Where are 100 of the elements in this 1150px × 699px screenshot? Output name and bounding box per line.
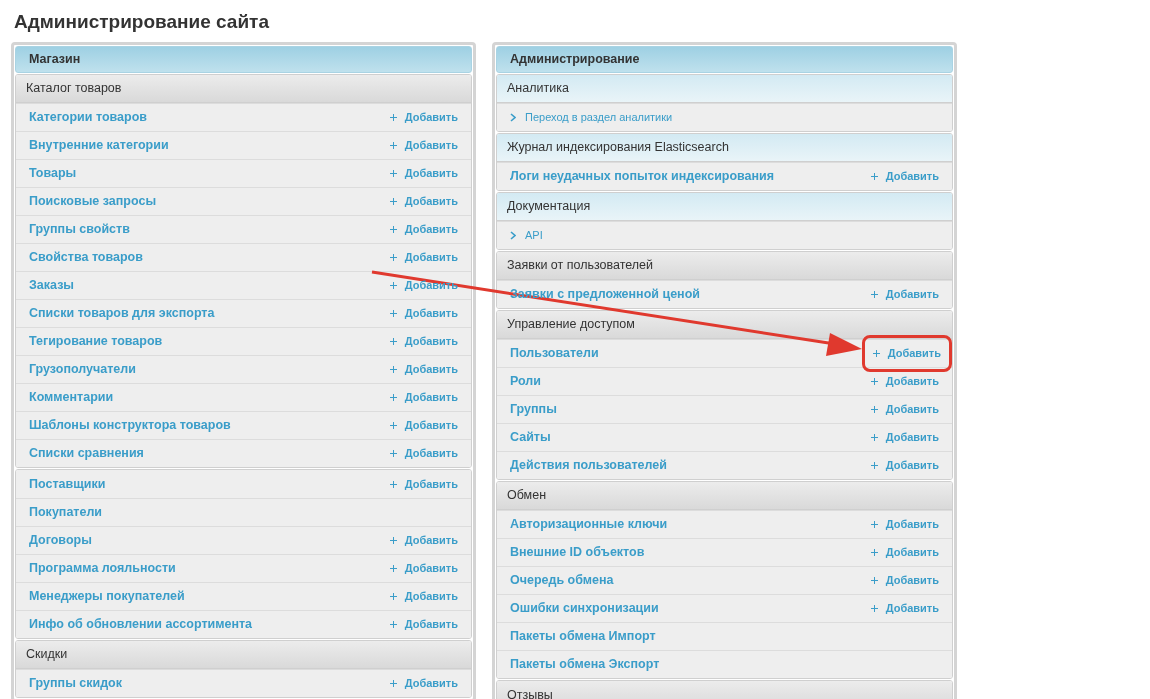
- plus-icon: [389, 114, 397, 121]
- plus-icon: [872, 350, 880, 357]
- section-link[interactable]: Очередь обмена: [510, 571, 614, 590]
- plus-icon: [870, 577, 878, 584]
- section-link[interactable]: Покупатели: [29, 503, 103, 522]
- plus-icon: [389, 366, 397, 373]
- plus-icon: [870, 378, 878, 385]
- section-link[interactable]: Списки товаров для экспорта: [29, 304, 215, 323]
- plus-icon: [389, 450, 397, 457]
- section-link[interactable]: Группы свойств: [29, 220, 130, 239]
- add-link[interactable]: Добавить: [389, 109, 458, 126]
- add-link[interactable]: Добавить: [389, 445, 458, 462]
- section-link[interactable]: Товары: [29, 164, 77, 183]
- section-link[interactable]: Тегирование товаров: [29, 332, 163, 351]
- section-link[interactable]: Пакеты обмена Экспорт: [510, 655, 660, 674]
- section-link[interactable]: Пользователи: [510, 344, 599, 363]
- section-link[interactable]: Группы: [510, 400, 557, 419]
- add-link[interactable]: Добавить: [389, 475, 458, 493]
- plus-icon: [389, 226, 397, 233]
- plus-icon: [389, 142, 397, 149]
- module-header: Заявки от пользователей: [497, 252, 952, 280]
- module-header: Документация: [497, 193, 952, 221]
- add-link[interactable]: Добавить: [389, 305, 458, 322]
- section-link[interactable]: Свойства товаров: [29, 248, 143, 267]
- plus-icon: [389, 565, 397, 572]
- section-link[interactable]: Группы скидок: [29, 674, 122, 693]
- section-link[interactable]: Шаблоны конструктора товаров: [29, 416, 231, 435]
- section-link[interactable]: Внутренние категории: [29, 136, 169, 155]
- plus-icon: [389, 394, 397, 401]
- section-link[interactable]: Категории товаров: [29, 108, 147, 127]
- plus-icon: [389, 621, 397, 628]
- add-link[interactable]: Добавить: [870, 168, 939, 185]
- add-link[interactable]: Добавить: [389, 588, 458, 605]
- section-link[interactable]: Грузополучатели: [29, 360, 136, 379]
- add-link[interactable]: Добавить: [870, 457, 939, 474]
- add-link[interactable]: Добавить: [389, 616, 458, 633]
- plus-icon: [870, 291, 878, 298]
- plus-icon: [389, 480, 397, 488]
- add-link[interactable]: Добавить: [870, 516, 939, 533]
- section-link[interactable]: Логи неудачных попыток индексирования: [510, 167, 775, 186]
- add-link[interactable]: Добавить: [389, 277, 458, 294]
- chevron-right-icon: [510, 113, 516, 122]
- add-link[interactable]: Добавить: [870, 286, 939, 303]
- add-link[interactable]: Добавить: [870, 373, 939, 390]
- plus-icon: [389, 593, 397, 600]
- add-link[interactable]: Добавить: [389, 249, 458, 266]
- add-link[interactable]: Добавить: [389, 675, 458, 692]
- add-link[interactable]: Добавить: [389, 333, 458, 350]
- panel-header: Магазин: [15, 46, 472, 73]
- module-header: Каталог товаров: [16, 75, 471, 103]
- plus-icon: [389, 537, 397, 544]
- add-link[interactable]: Добавить: [870, 429, 939, 446]
- add-link[interactable]: Добавить: [389, 560, 458, 577]
- plus-icon: [870, 406, 878, 413]
- section-link[interactable]: Программа лояльности: [29, 559, 176, 578]
- plus-icon: [389, 170, 397, 177]
- section-link[interactable]: Менеджеры покупателей: [29, 587, 185, 606]
- add-link[interactable]: Добавить: [389, 389, 458, 406]
- plus-icon: [389, 338, 397, 345]
- plus-icon: [389, 254, 397, 261]
- section-link[interactable]: Поставщики: [29, 474, 106, 494]
- plus-icon: [870, 605, 878, 612]
- section-link[interactable]: Поисковые запросы: [29, 192, 157, 211]
- nav-link[interactable]: API: [510, 227, 543, 244]
- section-link[interactable]: Пакеты обмена Импорт: [510, 627, 656, 646]
- section-link[interactable]: Комментарии: [29, 388, 114, 407]
- plus-icon: [870, 434, 878, 441]
- plus-icon: [389, 282, 397, 289]
- add-link[interactable]: Добавить: [864, 338, 949, 369]
- module-header: Отзывы: [497, 681, 952, 699]
- module-header: Скидки: [16, 641, 471, 669]
- add-link[interactable]: Добавить: [870, 544, 939, 561]
- section-link[interactable]: Действия пользователей: [510, 456, 667, 475]
- section-link[interactable]: Роли: [510, 372, 541, 391]
- panel-header: Администрирование: [496, 46, 953, 73]
- nav-link[interactable]: Переход в раздел аналитики: [510, 109, 673, 126]
- add-link[interactable]: Добавить: [389, 193, 458, 210]
- add-link[interactable]: Добавить: [389, 361, 458, 378]
- section-link[interactable]: Договоры: [29, 531, 92, 550]
- add-link[interactable]: Добавить: [870, 401, 939, 418]
- section-link[interactable]: Инфо об обновлении ассортимента: [29, 615, 253, 634]
- plus-icon: [389, 198, 397, 205]
- module-header: Журнал индексирования Elasticsearch: [497, 134, 952, 162]
- add-link[interactable]: Добавить: [870, 600, 939, 617]
- plus-icon: [870, 462, 878, 469]
- section-link[interactable]: Сайты: [510, 428, 551, 447]
- add-link[interactable]: Добавить: [870, 572, 939, 589]
- section-link[interactable]: Списки сравнения: [29, 444, 144, 463]
- section-link[interactable]: Внешние ID объектов: [510, 543, 645, 562]
- plus-icon: [389, 422, 397, 429]
- add-link[interactable]: Добавить: [389, 417, 458, 434]
- section-link[interactable]: Ошибки синхронизации: [510, 599, 659, 618]
- plus-icon: [870, 549, 878, 556]
- add-link[interactable]: Добавить: [389, 165, 458, 182]
- section-link[interactable]: Авторизационные ключи: [510, 515, 668, 534]
- add-link[interactable]: Добавить: [389, 221, 458, 238]
- add-link[interactable]: Добавить: [389, 532, 458, 549]
- module-header: Управление доступом: [497, 311, 952, 339]
- section-link[interactable]: Заказы: [29, 276, 75, 295]
- add-link[interactable]: Добавить: [389, 137, 458, 154]
